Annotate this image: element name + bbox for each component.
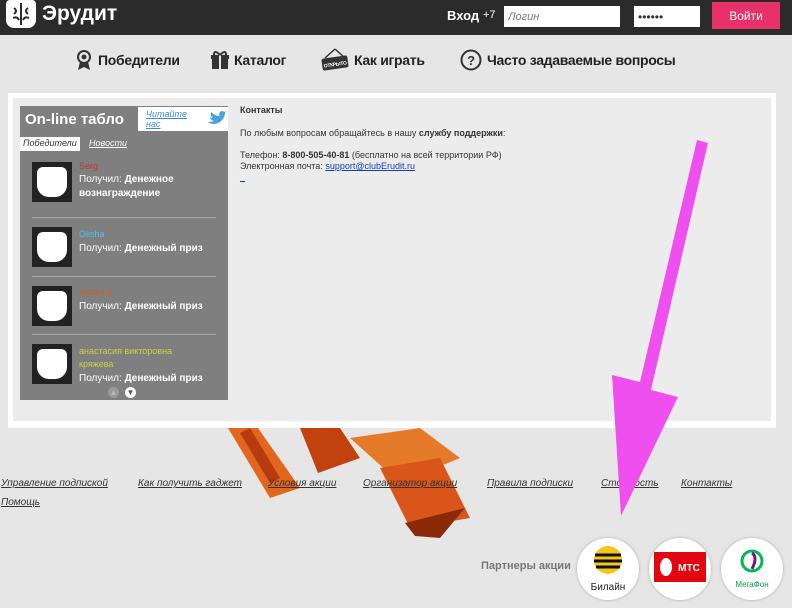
login-input[interactable] [504,6,620,27]
entry-text: Получил: Денежный приз [79,242,215,256]
board-entry: Olisha Получил: Денежный приз [32,219,216,277]
board-title: On-line табло [25,111,124,128]
open-sign-icon: ОТКРЫТО [320,48,350,71]
tab-winners[interactable]: Победители [20,137,80,151]
email-link[interactable]: support@clubErudit.ru [325,161,415,171]
phone-label: Телефон: [240,150,283,160]
brain-avatar-icon [37,291,67,321]
entry-prize: Денежный приз [124,373,203,384]
contacts-heading: Контакты [240,105,283,115]
logo-text: Эрудит [42,2,118,25]
brain-avatar-icon [37,232,67,262]
partners-label: Партнеры акции [481,560,571,572]
contacts-intro: По любым вопросам обращайтесь в нашу слу… [240,128,760,139]
partner-mts[interactable]: МТС [649,538,711,600]
brain-logo-icon [6,0,36,28]
follow-us-button[interactable]: Читайте нас [138,107,228,131]
nav-item-label: Как играть [354,52,425,68]
entry-name[interactable]: Serg [79,161,98,171]
partner-beeline[interactable]: Билайн [577,538,639,600]
footer-link-contacts[interactable]: Контакты [681,478,732,489]
partner-label: Билайн [590,582,626,593]
entry-prefix: Получил: [79,174,125,185]
footer-link-rules[interactable]: Правила подписки [487,478,573,489]
gift-icon [210,49,230,71]
phone-prefix: +7 [483,9,496,21]
avatar [32,162,72,202]
support-link[interactable]: службу поддержки [419,128,503,138]
empty-link[interactable]: _ [240,172,245,182]
login-button[interactable]: Войти [712,2,780,29]
beeline-logo-icon [593,545,623,580]
entry-name[interactable]: Olisha [79,229,105,239]
nav-item-catalog[interactable]: Каталог [210,49,286,71]
board-scroll-controls: ▲ ▼ [108,387,136,398]
contacts-intro-suffix: : [502,128,506,138]
chevron-down-icon[interactable]: ▼ [125,387,136,398]
follow-us-label: Читайте нас [146,109,187,129]
nav-item-how-to-play[interactable]: ОТКРЫТО Как играть [320,48,425,71]
password-input[interactable] [634,6,700,27]
partner-label: МегаФон [735,580,769,589]
entry-text: Получил: Денежный приз [79,372,215,386]
chevron-up-icon[interactable]: ▲ [108,387,119,398]
avatar [32,286,72,326]
entry-name[interactable]: Natasha [79,287,113,297]
entry-text: Получил: Денежное вознаграждение [79,173,215,201]
board-entry: Serg Получил: Денежное вознаграждение [32,159,216,218]
email-label: Электронная почта: [240,161,326,171]
main-nav: Победители Каталог ОТКРЫТО Как играть ? … [0,35,792,90]
contacts-section: Контакты По любым вопросам обращайтесь в… [240,105,760,183]
avatar [32,344,72,384]
footer-link-price[interactable]: Стоимость [601,478,659,489]
online-board: On-line табло Читайте нас Победители Нов… [20,106,228,400]
partner-megafon[interactable]: МегаФон [721,538,783,600]
question-icon: ? [459,49,483,71]
nav-item-winners[interactable]: Победители [74,49,180,71]
phone-note: (бесплатно на всей территории РФ) [349,150,502,160]
board-entry: Natasha Получил: Денежный приз [32,278,216,335]
footer-link-terms[interactable]: Условия акции [268,478,336,489]
contacts-phone: Телефон: 8-800-505-40-81 (бесплатно на в… [240,150,760,161]
board-tabs: Победители Новости [20,137,228,151]
content-panel: On-line табло Читайте нас Победители Нов… [8,93,776,428]
footer-link-organizer[interactable]: Организатор акции [363,478,457,489]
logo[interactable]: Эрудит [6,0,117,28]
nav-item-faq[interactable]: ? Часто задаваемые вопросы [459,49,676,71]
brain-avatar-icon [37,167,67,197]
entry-prize: Денежный приз [124,301,203,312]
twitter-bird-icon [206,110,228,129]
contacts-intro-text: По любым вопросам обращайтесь в нашу [240,128,419,138]
content-panel-inner: On-line табло Читайте нас Победители Нов… [13,98,771,421]
entry-name[interactable]: анастасия викторовна кряжева [79,345,199,371]
mts-logo-text: МТС [678,563,700,574]
entry-prefix: Получил: [79,373,125,384]
top-bar: Эрудит Вход +7 Войти [0,0,792,35]
nav-item-label: Победители [98,52,180,68]
mts-logo-icon: МТС [654,549,706,590]
footer-link-subscription[interactable]: Управление подпиской [1,478,108,489]
phone-number: 8-800-505-40-81 [282,150,350,160]
footer-link-gadget[interactable]: Как получить гаджет [138,478,242,489]
nav-item-label: Каталог [234,52,287,68]
entry-prize: Денежный приз [124,243,203,254]
nav-item-label: Часто задаваемые вопросы [487,52,676,68]
megafon-logo-icon [739,549,765,578]
tab-news[interactable]: Новости [86,137,130,151]
brain-avatar-icon [37,349,67,379]
entry-prefix: Получил: [79,301,125,312]
footer-link-help[interactable]: Помощь [1,497,40,508]
avatar [32,227,72,267]
login-label: Вход [447,8,480,23]
contacts-extra: _ [240,172,760,183]
contacts-email: Электронная почта: support@clubErudit.ru [240,161,760,172]
entry-text: Получил: Денежный приз [79,300,215,314]
svg-text:?: ? [467,53,475,68]
entry-prefix: Получил: [79,243,125,254]
award-icon [74,49,94,71]
board-entry: анастасия викторовна кряжева Получил: Де… [32,336,216,386]
